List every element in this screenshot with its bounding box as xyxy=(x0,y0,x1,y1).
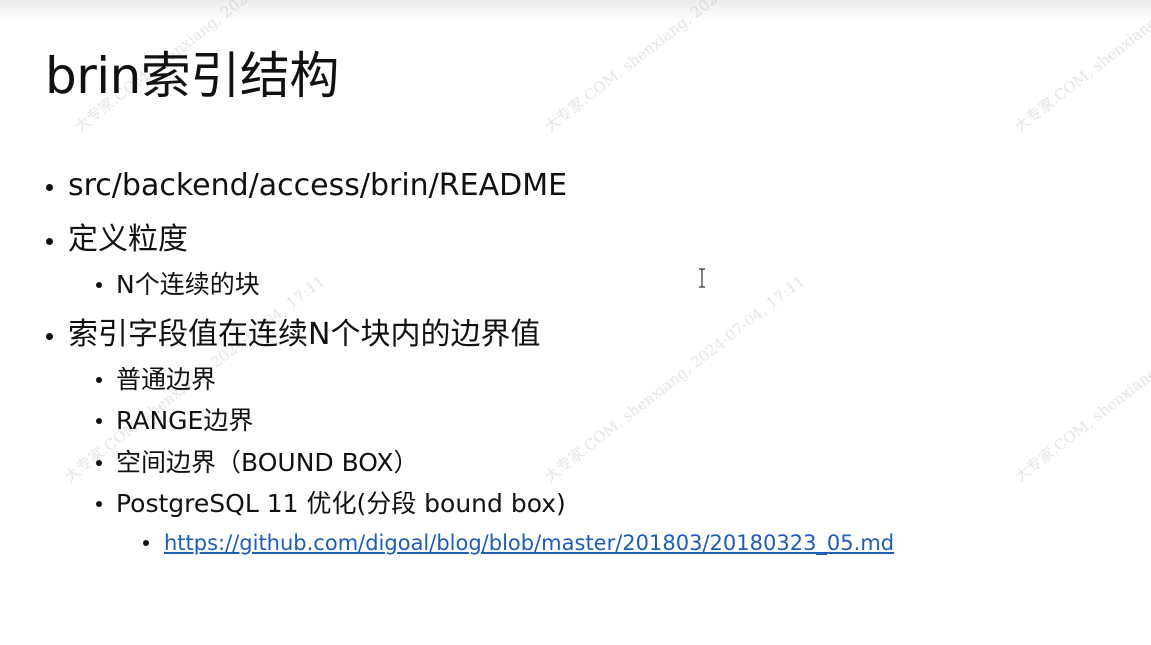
bullet-text: N个连续的块 xyxy=(116,270,260,299)
bullet-dot-icon xyxy=(46,238,53,245)
bullet-dot-icon xyxy=(96,418,102,424)
bullet-text: RANGE边界 xyxy=(116,406,254,435)
bullet-item: 定义粒度 xyxy=(46,220,188,260)
bullet-dot-icon xyxy=(96,460,102,466)
bullet-dot-icon xyxy=(46,333,53,340)
bullet-text: 普通边界 xyxy=(116,365,217,394)
sub-bullet-item: 空间边界（BOUND BOX） xyxy=(96,446,419,480)
slide: brin索引结构 src/backend/access/brin/README … xyxy=(0,0,1151,645)
bullet-text: 索引字段值在连续N个块内的边界值 xyxy=(68,317,541,352)
bullet-text: 空间边界（BOUND BOX） xyxy=(116,448,419,477)
bullet-dot-icon xyxy=(143,540,149,546)
slide-title: brin索引结构 xyxy=(45,47,339,105)
bullet-dot-icon xyxy=(96,377,102,383)
bullet-dot-icon xyxy=(96,282,102,288)
text-cursor-icon xyxy=(699,268,705,288)
sub-bullet-item: 普通边界 xyxy=(96,363,217,397)
sub-sub-bullet-item: https://github.com/digoal/blog/blob/mast… xyxy=(143,529,894,557)
sub-bullet-item: PostgreSQL 11 优化(分段 bound box) xyxy=(96,487,566,521)
bullet-text: PostgreSQL 11 优化(分段 bound box) xyxy=(116,489,566,518)
bullet-dot-icon xyxy=(96,501,102,507)
bullet-item: 索引字段值在连续N个块内的边界值 xyxy=(46,315,541,355)
sub-bullet-item: N个连续的块 xyxy=(96,268,260,302)
bullet-item: src/backend/access/brin/README xyxy=(46,166,568,206)
sub-bullet-item: RANGE边界 xyxy=(96,404,254,438)
github-link[interactable]: https://github.com/digoal/blog/blob/mast… xyxy=(164,531,894,555)
bullet-text: src/backend/access/brin/README xyxy=(68,168,568,203)
bullet-text: 定义粒度 xyxy=(68,222,188,257)
bullet-dot-icon xyxy=(46,184,53,191)
